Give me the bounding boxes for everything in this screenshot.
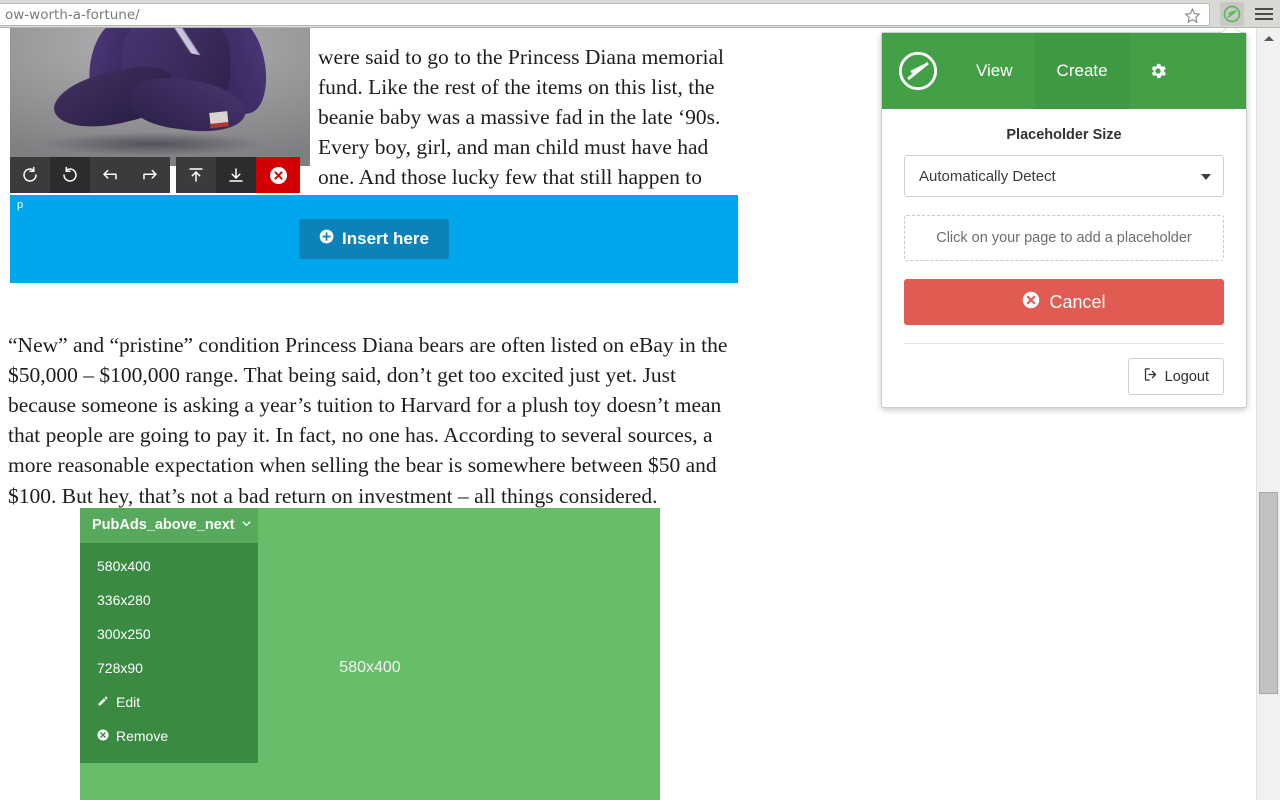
x-circle-icon: [1022, 291, 1040, 314]
ad-size-option-label: 336x280: [97, 592, 151, 608]
placeholder-size-value: Automatically Detect: [919, 167, 1056, 185]
ad-size-option-label: 300x250: [97, 626, 151, 642]
sign-out-icon: [1143, 367, 1158, 386]
tab-create[interactable]: Create: [1034, 33, 1130, 109]
popup-body: Placeholder Size Automatically Detect Cl…: [882, 109, 1246, 395]
ad-placeholder-menu-list: 580x400 336x280 300x250 728x90 Edit Remo…: [80, 543, 258, 763]
ad-size-option[interactable]: 728x90: [80, 651, 258, 685]
logout-row: Logout: [904, 358, 1224, 395]
address-bar-url: ow-worth-a-fortune/: [5, 7, 140, 23]
bear-tag: [209, 111, 229, 128]
extension-popup: View Create Placeholder Size Automatical…: [881, 28, 1247, 408]
placeholder-extension-icon[interactable]: [1220, 2, 1244, 26]
insert-drop-zone[interactable]: p Insert here: [10, 195, 738, 283]
address-bar[interactable]: ow-worth-a-fortune/: [0, 3, 1210, 26]
scroll-thumb[interactable]: [1259, 492, 1278, 694]
tab-create-label: Create: [1056, 61, 1108, 80]
ad-placeholder-name-button[interactable]: PubAds_above_next: [80, 508, 258, 543]
upload-icon[interactable]: [176, 157, 216, 193]
caret-down-icon: [1201, 174, 1211, 180]
ad-placeholder-block[interactable]: 580x400 PubAds_above_next 580x400 336x28…: [80, 508, 660, 800]
popup-divider: [904, 343, 1224, 344]
page-viewport: were said to go to the Princess Diana me…: [0, 28, 1256, 800]
chevron-down-icon: [241, 517, 252, 533]
popup-pointer: [1222, 28, 1240, 33]
plus-circle-icon: [319, 229, 334, 249]
insert-zone-element-tag: p: [17, 199, 24, 211]
popup-header: View Create: [882, 33, 1246, 109]
placeholder-logo-icon: [882, 48, 954, 94]
ad-size-option-label: 728x90: [97, 660, 143, 676]
ad-size-option[interactable]: 336x280: [80, 583, 258, 617]
ad-placeholder-menu: PubAds_above_next 580x400 336x280 300x25…: [80, 508, 258, 763]
flip-horizontal-icon[interactable]: [90, 157, 130, 193]
tab-view-label: View: [976, 61, 1013, 80]
article-image[interactable]: [10, 28, 310, 166]
tab-view[interactable]: View: [954, 33, 1035, 109]
placeholder-size-label: Placeholder Size: [1006, 127, 1122, 143]
ad-size-option-label: 580x400: [97, 558, 151, 574]
article-paragraph-2: “New” and “pristine” condition Princess …: [8, 332, 728, 508]
ad-edit-action[interactable]: Edit: [80, 685, 258, 719]
ad-size-option[interactable]: 300x250: [80, 617, 258, 651]
cancel-button[interactable]: Cancel: [904, 279, 1224, 325]
browser-chrome: ow-worth-a-fortune/: [0, 0, 1280, 28]
ad-size-option[interactable]: 580x400: [80, 549, 258, 583]
close-circle: [269, 166, 287, 184]
flip-vertical-icon[interactable]: [130, 157, 170, 193]
ad-edit-label: Edit: [116, 694, 141, 710]
pencil-icon: [97, 694, 109, 710]
ad-placeholder-name: PubAds_above_next: [92, 517, 235, 533]
insert-here-label: Insert here: [342, 229, 429, 248]
remove-circle-icon: [97, 728, 109, 744]
logout-label: Logout: [1164, 368, 1209, 385]
bear-shadow: [38, 132, 268, 156]
placeholder-size-select[interactable]: Automatically Detect: [904, 155, 1224, 197]
placeholder-hint-text: Click on your page to add a placeholder: [936, 230, 1192, 246]
image-edit-toolbar: [10, 157, 300, 193]
scroll-up-arrow-icon[interactable]: [1264, 36, 1274, 41]
placeholder-hint-box: Click on your page to add a placeholder: [904, 215, 1224, 261]
rotate-right-icon[interactable]: [50, 157, 90, 193]
download-icon[interactable]: [216, 157, 256, 193]
gear-icon[interactable]: [1130, 33, 1186, 109]
rotate-left-icon[interactable]: [10, 157, 50, 193]
page-scrollbar[interactable]: [1256, 28, 1280, 800]
ad-remove-action[interactable]: Remove: [80, 719, 258, 753]
logout-button[interactable]: Logout: [1127, 358, 1224, 395]
insert-here-button[interactable]: Insert here: [299, 219, 449, 259]
star-icon[interactable]: [1184, 7, 1201, 24]
hamburger-menu-icon[interactable]: [1255, 5, 1273, 23]
close-icon[interactable]: [256, 157, 300, 193]
cancel-label: Cancel: [1049, 291, 1106, 312]
ad-remove-label: Remove: [116, 728, 169, 744]
